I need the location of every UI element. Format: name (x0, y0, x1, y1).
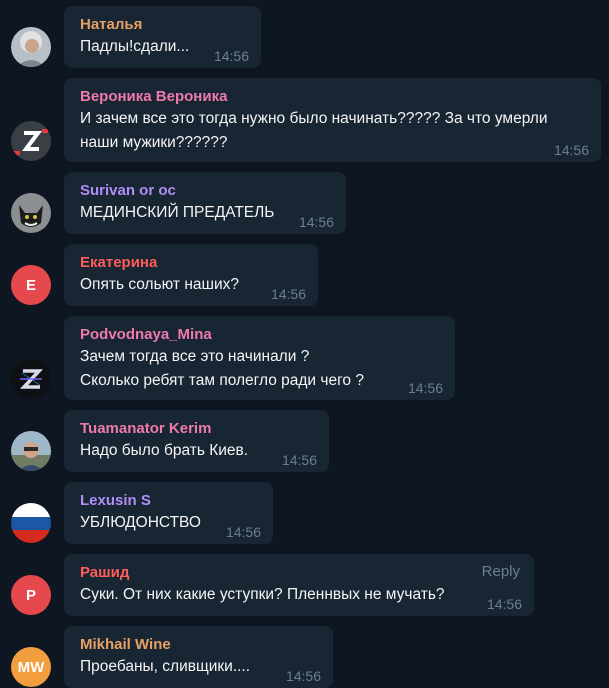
message-time: 14:56 (225, 524, 261, 540)
avatar-initials[interactable]: Е (11, 265, 51, 305)
avatar-initials[interactable]: MW (11, 647, 51, 687)
avatar-z-neon[interactable] (11, 359, 51, 399)
avatar-initials-text: Р (25, 586, 36, 604)
message-text: Сколько ребят там полегло ради чего ? (80, 372, 364, 389)
message-bubble[interactable]: Наталья Падлы!сдали... 14:56 (64, 6, 261, 68)
avatar-photo-cat[interactable] (11, 193, 51, 233)
message-time: 14:56 (213, 48, 249, 64)
avatar-photo-man[interactable] (11, 431, 51, 471)
reply-button[interactable]: Reply (482, 563, 520, 580)
avatar-initials-text: MW (17, 658, 45, 676)
message-text: наши мужики?????? (80, 134, 228, 151)
sender-name[interactable]: Mikhail Wine (80, 635, 317, 655)
sender-name[interactable]: Lexusin S (80, 491, 257, 511)
message-bubble[interactable]: Tuamanator Kerim Надо было брать Киев. 1… (64, 410, 329, 472)
message-bubble[interactable]: Екатерина Опять сольют наших? 14:56 (64, 244, 318, 306)
avatar-initials[interactable]: Р (11, 575, 51, 615)
message-text: Проебаны, сливщики.... (80, 658, 251, 675)
message-text: Зачем тогда все это начинали ? (80, 348, 310, 365)
message-bubble[interactable]: Podvodnaya_Mina Зачем тогда все это начи… (64, 316, 455, 400)
message-row: Lexusin S УБЛЮДОНСТВО 14:56 (0, 482, 609, 544)
avatar-z-symbol[interactable] (11, 121, 51, 161)
message-row: MW Mikhail Wine Проебаны, сливщики.... 1… (0, 626, 609, 688)
message-time: 14:56 (270, 286, 306, 302)
sender-name[interactable]: Tuamanator Kerim (80, 419, 313, 439)
message-row: Е Екатерина Опять сольют наших? 14:56 (0, 244, 609, 306)
message-time: 14:56 (298, 214, 334, 230)
message-row: Tuamanator Kerim Надо было брать Киев. 1… (0, 410, 609, 472)
message-time: 14:56 (486, 596, 522, 612)
message-bubble[interactable]: Lexusin S УБЛЮДОНСТВО 14:56 (64, 482, 273, 544)
message-row: Podvodnaya_Mina Зачем тогда все это начи… (0, 316, 609, 400)
message-time: 14:56 (285, 668, 321, 684)
message-row: Р Рашид Reply Суки. От них какие уступки… (0, 554, 609, 616)
avatar-photo-woman[interactable] (11, 27, 51, 67)
message-row: Вероника Вероника И зачем все это тогда … (0, 78, 609, 162)
avatar-initials-text: Е (25, 276, 36, 294)
message-bubble[interactable]: Mikhail Wine Проебаны, сливщики.... 14:5… (64, 626, 333, 688)
sender-name[interactable]: Вероника Вероника (80, 87, 585, 107)
message-row: Наталья Падлы!сдали... 14:56 (0, 6, 609, 68)
message-row: Surivan or oc МЕДИНСКИЙ ПРЕДАТЕЛЬ 14:56 (0, 172, 609, 234)
message-text: МЕДИНСКИЙ ПРЕДАТЕЛЬ (80, 204, 275, 221)
sender-name[interactable]: Рашид (80, 563, 518, 583)
message-time: 14:56 (281, 452, 317, 468)
message-text: Надо было брать Киев. (80, 442, 249, 459)
sender-name[interactable]: Екатерина (80, 253, 302, 273)
message-bubble[interactable]: Вероника Вероника И зачем все это тогда … (64, 78, 601, 162)
sender-name[interactable]: Наталья (80, 15, 245, 35)
message-bubble[interactable]: Surivan or oc МЕДИНСКИЙ ПРЕДАТЕЛЬ 14:56 (64, 172, 346, 234)
message-bubble[interactable]: Рашид Reply Суки. От них какие уступки? … (64, 554, 534, 616)
sender-name[interactable]: Podvodnaya_Mina (80, 325, 439, 345)
sender-name[interactable]: Surivan or oc (80, 181, 330, 201)
avatar-flag-russia[interactable] (11, 503, 51, 543)
message-time: 14:56 (407, 380, 443, 396)
message-text: Опять сольют наших? (80, 276, 239, 293)
message-text: И зачем все это тогда нужно было начинат… (80, 110, 548, 127)
message-time: 14:56 (553, 142, 589, 158)
message-text: Суки. От них какие уступки? Пленнвых не … (80, 586, 445, 603)
